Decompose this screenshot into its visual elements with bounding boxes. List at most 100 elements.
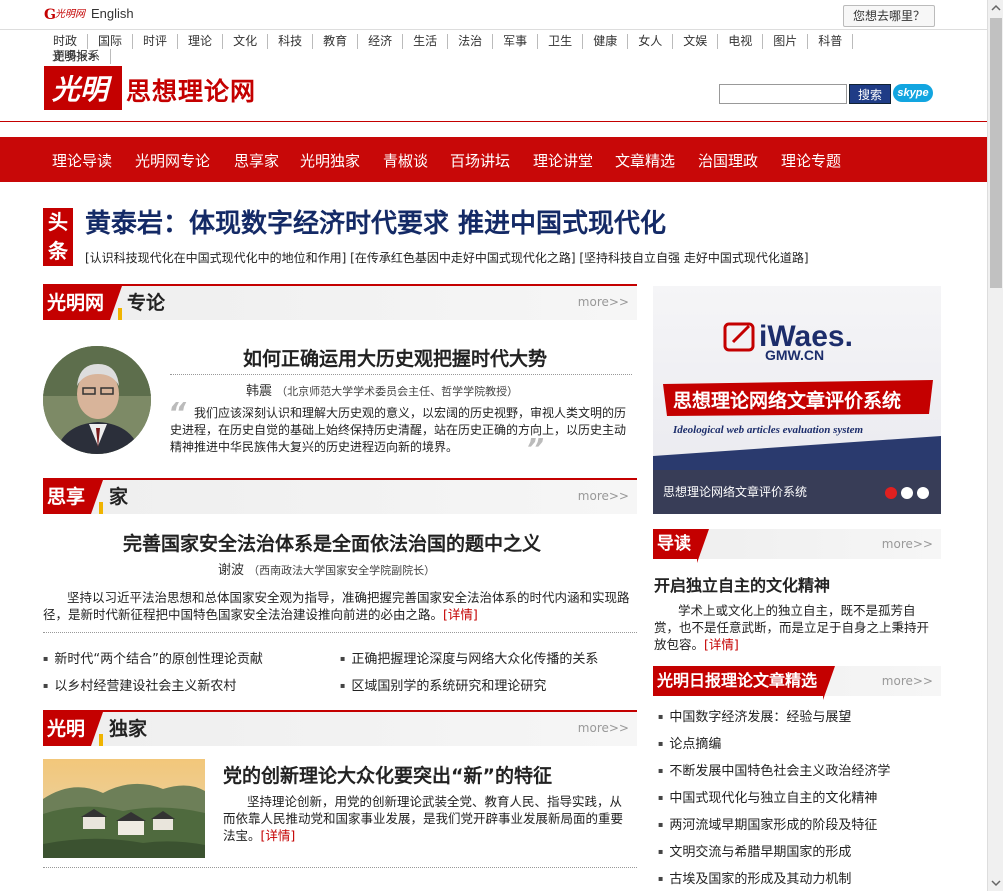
- list-item[interactable]: 中国式现代化与独立自主的文化精神: [658, 787, 877, 806]
- nav-item-zhuanti[interactable]: 理论专题: [781, 150, 841, 171]
- tag-accent: [99, 502, 103, 514]
- channel-link[interactable]: 卫生: [538, 34, 584, 49]
- gmw-small-logo[interactable]: G 光明网: [44, 5, 87, 23]
- more-link[interactable]: more>>: [578, 721, 629, 735]
- nav-item-daodu[interactable]: 理论导读: [52, 150, 112, 171]
- article-title[interactable]: 完善国家安全法治体系是全面依法治国的题中之义: [123, 529, 541, 556]
- carousel-dot[interactable]: [917, 487, 929, 499]
- list-item[interactable]: 不断发展中国特色社会主义政治经济学: [658, 760, 890, 779]
- article-title[interactable]: 如何正确运用大历史观把握时代大势: [243, 344, 547, 371]
- headline-badge: 头条: [43, 208, 73, 266]
- article-summary: 坚持以习近平法治思想和总体国家安全观为指导，准确把握完善国家安全法治体系的时代内…: [43, 590, 630, 622]
- scroll-up-arrow-icon[interactable]: [988, 0, 1003, 16]
- section-tag: 光明日报理论文章精选: [653, 666, 836, 700]
- carousel-dot-active[interactable]: [885, 487, 897, 499]
- channel-nav: 时政 国际 时评 理论 文化 科技 教育 经济 生活 法治 军事 卫生 健康 女人 文娱 电视 图片 科普光明报系: [42, 34, 922, 64]
- channel-link[interactable]: 文化: [223, 34, 269, 49]
- nav-item-jiangtang[interactable]: 理论讲堂: [533, 150, 593, 171]
- channel-link[interactable]: 时评: [133, 34, 179, 49]
- article-summary: 我们应该深刻认识和理解大历史观的意义，以宏阔的历史视野，审视人类文明的历史进程，…: [170, 406, 627, 454]
- list-item[interactable]: 正确把握理论深度与网络大众化传播的关系: [340, 648, 598, 667]
- tag-accent: [118, 308, 122, 320]
- section-tag-suffix: 独家: [109, 718, 148, 740]
- section-tag: 光明网: [43, 286, 123, 320]
- scroll-thumb[interactable]: [990, 18, 1002, 288]
- where-to-go-button[interactable]: 您想去哪里？: [843, 5, 935, 27]
- article-author: 谢波 （西南政法大学国家安全学院副院长）: [218, 563, 436, 578]
- village-photo[interactable]: [43, 759, 205, 858]
- detail-link[interactable]: [详情]: [443, 607, 478, 622]
- nav-item-sixiangjia[interactable]: 思享家: [234, 150, 279, 171]
- english-link[interactable]: English: [91, 6, 134, 21]
- gmw-seal-logo: 光明: [44, 66, 122, 110]
- section-header-dujia: 光明 独家 more>>: [43, 710, 637, 746]
- svg-text:思想理论网络文章评价系统: 思想理论网络文章评价系统: [673, 389, 901, 412]
- channel-link[interactable]: 理论: [178, 34, 224, 49]
- channel-link[interactable]: 科技: [268, 34, 314, 49]
- divider: [170, 374, 632, 375]
- section-header-daodu: 导读 more>>: [653, 529, 941, 563]
- channel-link[interactable]: 经济: [358, 34, 404, 49]
- nav-item-zhuanlun[interactable]: 光明网专论: [135, 150, 210, 171]
- search-button[interactable]: 搜索: [849, 84, 891, 104]
- nav-item-dujia[interactable]: 光明独家: [300, 150, 360, 171]
- headline-title[interactable]: 黄泰岩：体现数字经济时代要求 推进中国式现代化: [85, 203, 666, 240]
- carousel-dot[interactable]: [901, 487, 913, 499]
- divider: [43, 632, 637, 633]
- list-item[interactable]: 古埃及国家的形成及其动力机制: [658, 868, 851, 887]
- headline-related-links[interactable]: [认识科技现代化在中国式现代化中的地位和作用] [在传承红色基因中走好中国式现代…: [85, 249, 809, 266]
- section-header-sixiangjia: 思享 家 more>>: [43, 478, 637, 514]
- main-nav: 理论导读 光明网专论 思享家 光明独家 青椒谈 百场讲坛 理论讲堂 文章精选 治…: [0, 137, 987, 182]
- more-link[interactable]: more>>: [882, 537, 933, 551]
- banner-caption: 思想理论网络文章评价系统: [653, 470, 941, 514]
- article-title[interactable]: 开启独立自主的文化精神: [654, 572, 830, 596]
- list-item[interactable]: 论点摘编: [658, 733, 721, 752]
- channel-link[interactable]: 电视: [718, 34, 764, 49]
- svg-text:GMW.CN: GMW.CN: [765, 347, 824, 363]
- search-input[interactable]: [719, 84, 847, 104]
- list-item[interactable]: 文明交流与希腊早期国家的形成: [658, 841, 851, 860]
- site-name: 思想理论网: [126, 77, 257, 106]
- section-tag: 光明: [43, 712, 104, 746]
- channel-link[interactable]: 科普: [808, 34, 854, 49]
- article-summary: 学术上或文化上的独立自主，既不是孤芳自赏，也不是任意武断，而是立足于自身之上秉持…: [654, 603, 930, 652]
- article-title[interactable]: 党的创新理论大众化要突出“新”的特征: [223, 761, 552, 788]
- scroll-down-arrow-icon[interactable]: [988, 875, 1003, 891]
- vertical-scrollbar[interactable]: [987, 0, 1003, 891]
- list-item[interactable]: 以乡村经营建设社会主义新农村: [43, 675, 236, 694]
- channels-more-link[interactable]: 更多>>: [53, 47, 97, 64]
- skype-icon[interactable]: skype: [893, 84, 933, 102]
- list-item[interactable]: 中国数字经济发展：经验与展望: [658, 706, 851, 725]
- channel-link[interactable]: 法治: [448, 34, 494, 49]
- channel-link[interactable]: 健康: [583, 34, 629, 49]
- evaluation-system-banner[interactable]: iWaes. GMW.CN 思想理论网络文章评价系统 Ideological w…: [653, 286, 941, 514]
- tag-accent: [99, 734, 103, 746]
- channel-link[interactable]: 图片: [763, 34, 809, 49]
- nav-item-baichang[interactable]: 百场讲坛: [450, 150, 510, 171]
- more-link[interactable]: more>>: [578, 489, 629, 503]
- section-tag: 思享: [43, 480, 104, 514]
- more-link[interactable]: more>>: [882, 674, 933, 688]
- close-quote-icon: ”: [526, 432, 545, 465]
- section-header-jingxuan: 光明日报理论文章精选 more>>: [653, 666, 941, 700]
- detail-link[interactable]: [详情]: [261, 828, 296, 843]
- more-link[interactable]: more>>: [578, 295, 629, 309]
- channel-link[interactable]: 女人: [628, 34, 674, 49]
- list-item[interactable]: 两河流域早期国家形成的阶段及特征: [658, 814, 877, 833]
- section-tag-suffix: 专论: [127, 292, 166, 314]
- nav-item-zhiguo[interactable]: 治国理政: [698, 150, 758, 171]
- top-bar: G 光明网 English 您想去哪里？: [0, 0, 987, 30]
- nav-item-jingxuan[interactable]: 文章精选: [615, 150, 675, 171]
- detail-link[interactable]: [详情]: [704, 637, 739, 652]
- channel-link[interactable]: 文娱: [673, 34, 719, 49]
- section-tag-suffix: 家: [109, 486, 129, 508]
- list-item[interactable]: 区域国别学的系统研究和理论研究: [340, 675, 546, 694]
- article-summary: 坚持理论创新，用党的创新理论武装全党、教育人民、指导实践，从而依靠人民推动党和国…: [223, 794, 624, 843]
- article-author: 韩震 （北京师范大学学术委员会主任、哲学学院教授）: [246, 384, 519, 399]
- nav-item-qingjiaotan[interactable]: 青椒谈: [383, 150, 428, 171]
- channel-link[interactable]: 教育: [313, 34, 359, 49]
- list-item[interactable]: 新时代“两个结合”的原创性理论贡献: [43, 648, 262, 667]
- divider: [43, 867, 637, 868]
- channel-link[interactable]: 军事: [493, 34, 539, 49]
- channel-link[interactable]: 生活: [403, 34, 449, 49]
